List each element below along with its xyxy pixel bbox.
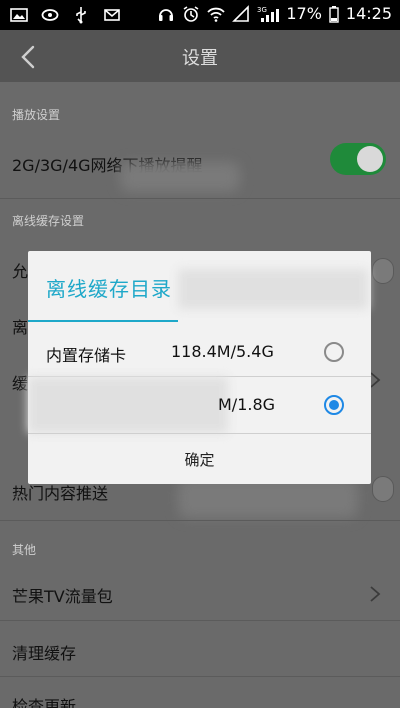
ok-button[interactable]: 确定 [28,434,371,484]
blurred-area [120,162,240,192]
row-traffic-pack-label[interactable]: 芒果TV流量包 [12,583,113,607]
offline-cache-dir-dialog: 离线缓存目录 内置存储卡 118.4M/5.4G M/1.8G 确定 [28,251,371,484]
radio-sd-storage[interactable] [324,395,344,415]
toggle-knob [357,146,383,172]
divider [0,620,400,621]
title-underline [28,320,178,322]
hot-content-toggle[interactable] [372,476,394,502]
blurred-area [178,478,358,518]
status-left-icons [10,6,121,24]
offline-allow-toggle[interactable] [372,258,394,284]
row-cache-label: 缓 [12,374,29,393]
option-sd-size: M/1.8G [218,395,276,414]
row-allow-label: 允 [12,262,29,281]
page-title: 设置 [182,48,218,69]
alarm-icon [182,5,200,23]
battery-icon [329,5,339,23]
option-internal-name: 内置存储卡 [46,346,127,365]
option-internal-size: 118.4M/5.4G [171,342,274,361]
row-clear-cache-label[interactable]: 清理缓存 [12,640,76,664]
mail-icon [103,6,121,24]
row-offline-dir-label: 离 [12,318,29,337]
signal-empty-icon [232,4,250,23]
divider [0,198,400,199]
clock: 14:25 [345,4,392,23]
chat-icon [41,6,59,24]
network-reminder-toggle[interactable] [330,143,386,175]
headphones-icon [157,5,175,23]
divider [0,520,400,521]
app-bar: 设置 [0,30,400,82]
battery-percent: 17% [286,4,322,23]
chevron-right-icon [368,584,382,604]
section-header-other: 其他 [12,543,37,557]
row-check-update-label[interactable]: 检查更新 [12,693,76,708]
signal-3g-icon: 3G [257,5,280,23]
image-icon [10,6,28,24]
status-right-icons: 3G 17% 14:25 [157,4,392,23]
section-header-offline: 离线缓存设置 [12,214,85,228]
network-badge: 3G [257,6,267,14]
wifi-icon [207,5,225,23]
status-bar: 3G 17% 14:25 [0,0,400,30]
redacted-area [178,269,368,309]
redacted-area [28,377,228,433]
dialog-title: 离线缓存目录 [46,277,172,301]
radio-internal-storage[interactable] [324,342,344,362]
divider [0,676,400,677]
section-header-playback: 播放设置 [12,108,61,122]
usb-icon [72,6,90,24]
